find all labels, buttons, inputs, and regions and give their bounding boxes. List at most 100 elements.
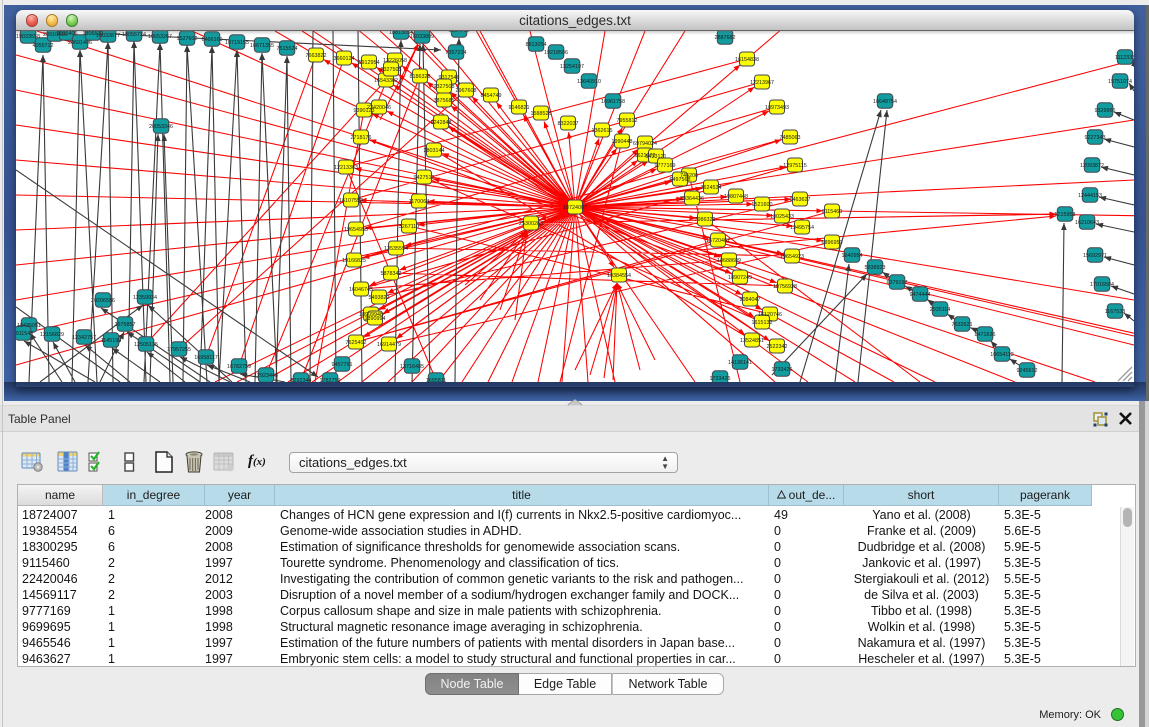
svg-text:8186328: 8186328 <box>410 74 431 80</box>
svg-text:2935114: 2935114 <box>930 307 951 313</box>
svg-text:9115460: 9115460 <box>822 209 843 215</box>
svg-text:2967608: 2967608 <box>456 88 477 94</box>
svg-text:1170064: 1170064 <box>409 199 430 205</box>
svg-text:18055724: 18055724 <box>122 32 146 38</box>
svg-text:18435051: 18435051 <box>17 323 41 329</box>
svg-text:1588520: 1588520 <box>531 111 552 117</box>
svg-text:19654923: 19654923 <box>780 254 804 260</box>
svg-text:15692971: 15692971 <box>1083 253 1107 259</box>
svg-text:1292344: 1292344 <box>291 378 312 382</box>
svg-text:16107553: 16107553 <box>339 198 363 204</box>
svg-text:10653267: 10653267 <box>148 34 172 40</box>
svg-text:2091406: 2091406 <box>57 31 78 37</box>
svg-text:3975857: 3975857 <box>115 322 136 328</box>
svg-text:14136141: 14136141 <box>728 360 752 366</box>
svg-text:8813054: 8813054 <box>526 42 547 48</box>
svg-text:2887682: 2887682 <box>715 35 736 41</box>
svg-text:10719155: 10719155 <box>225 40 249 46</box>
svg-text:1990448: 1990448 <box>612 139 633 145</box>
svg-text:19654953: 19654953 <box>344 227 368 233</box>
svg-text:9474444: 9474444 <box>910 292 931 298</box>
svg-text:9327505: 9327505 <box>381 67 402 73</box>
svg-text:20206556: 20206556 <box>91 298 115 304</box>
svg-text:19218506: 19218506 <box>544 50 568 56</box>
svg-text:16648754: 16648754 <box>873 99 897 105</box>
svg-text:12505135: 12505135 <box>134 342 158 348</box>
svg-text:23420046: 23420046 <box>367 105 391 111</box>
svg-text:20691406: 20691406 <box>68 40 92 46</box>
svg-text:18724007: 18724007 <box>563 205 587 211</box>
svg-text:12444153: 12444153 <box>1078 193 1102 199</box>
svg-text:1362615: 1362615 <box>592 128 613 134</box>
svg-text:1527602: 1527602 <box>177 36 198 42</box>
svg-text:16033877: 16033877 <box>96 33 120 39</box>
svg-text:10807448: 10807448 <box>724 194 748 200</box>
svg-text:16671355: 16671355 <box>250 43 274 49</box>
svg-text:19033558: 19033558 <box>16 34 40 40</box>
svg-text:1733426: 1733426 <box>710 376 731 382</box>
svg-text:7515524: 7515524 <box>277 46 298 52</box>
svg-text:7663822: 7663822 <box>306 53 327 59</box>
svg-text:2803144: 2803144 <box>424 148 445 154</box>
svg-text:15720407: 15720407 <box>706 238 730 244</box>
svg-text:19495754: 19495754 <box>790 225 814 231</box>
svg-text:25300263: 25300263 <box>519 221 543 227</box>
svg-text:12923448: 12923448 <box>254 373 278 379</box>
svg-text:17016504: 17016504 <box>1090 282 1114 288</box>
svg-text:9329966: 9329966 <box>1095 108 1116 114</box>
svg-text:9146821: 9146821 <box>509 105 530 111</box>
svg-text:20053346: 20053346 <box>149 124 173 130</box>
svg-text:10688609: 10688609 <box>717 258 741 264</box>
svg-text:12359934: 12359934 <box>133 295 157 301</box>
svg-text:4055712: 4055712 <box>33 43 54 49</box>
svg-text:2522342: 2522342 <box>767 344 788 350</box>
svg-text:6466160: 6466160 <box>202 37 223 43</box>
svg-text:3875685: 3875685 <box>434 98 455 104</box>
svg-text:13524851: 13524851 <box>740 338 764 344</box>
svg-text:1695811: 1695811 <box>426 378 447 382</box>
svg-text:6896950: 6896950 <box>822 240 843 246</box>
svg-text:16210643: 16210643 <box>1075 220 1099 226</box>
svg-text:1112333: 1112333 <box>1115 55 1134 61</box>
svg-text:3624534: 3624534 <box>701 185 722 191</box>
svg-text:12342757: 12342757 <box>72 335 96 341</box>
svg-text:7625402: 7625402 <box>346 340 367 346</box>
svg-text:16914479: 16914479 <box>377 342 401 348</box>
svg-text:12975115: 12975115 <box>783 163 807 169</box>
svg-text:19756928: 19756928 <box>773 284 797 290</box>
svg-text:17957255: 17957255 <box>167 347 191 353</box>
svg-text:9327508: 9327508 <box>434 84 455 90</box>
svg-text:19166825: 19166825 <box>342 258 366 264</box>
svg-text:8454749: 8454749 <box>481 93 502 99</box>
svg-text:13226058: 13226058 <box>383 58 407 64</box>
svg-text:18907249: 18907249 <box>728 275 752 281</box>
svg-text:9457791: 9457791 <box>332 362 353 368</box>
svg-text:1890994: 1890994 <box>365 316 386 322</box>
svg-text:10654112: 10654112 <box>990 352 1014 358</box>
svg-text:9084047: 9084047 <box>740 297 761 303</box>
svg-text:7986322: 7986322 <box>695 217 716 223</box>
svg-text:16958117: 16958117 <box>194 355 218 361</box>
svg-text:3911548: 3911548 <box>16 331 33 337</box>
svg-text:9427512: 9427512 <box>414 175 435 181</box>
svg-text:7955812: 7955812 <box>617 118 638 124</box>
svg-text:7485063: 7485063 <box>780 135 801 141</box>
svg-text:69794024: 69794024 <box>633 141 657 147</box>
svg-text:6497568: 6497568 <box>670 177 691 183</box>
svg-text:1782759: 1782759 <box>320 378 341 382</box>
svg-text:7632621: 7632621 <box>952 322 973 328</box>
svg-text:19384554: 19384554 <box>607 273 631 279</box>
svg-text:5912954: 5912954 <box>359 60 380 66</box>
svg-text:16782759: 16782759 <box>227 364 251 370</box>
svg-text:13254197: 13254197 <box>560 64 584 70</box>
svg-text:6379197: 6379197 <box>887 280 908 286</box>
svg-text:10025433: 10025433 <box>770 214 794 220</box>
svg-text:9154762: 9154762 <box>449 31 470 34</box>
svg-text:9242848: 9242848 <box>431 120 452 126</box>
svg-text:16120746: 16120746 <box>758 312 782 318</box>
svg-text:5878342: 5878342 <box>381 271 402 277</box>
svg-text:16046745: 16046745 <box>349 287 373 293</box>
svg-text:5433121: 5433121 <box>646 154 667 160</box>
svg-text:20364436: 20364436 <box>680 196 704 202</box>
svg-text:9227343: 9227343 <box>1085 135 1106 141</box>
